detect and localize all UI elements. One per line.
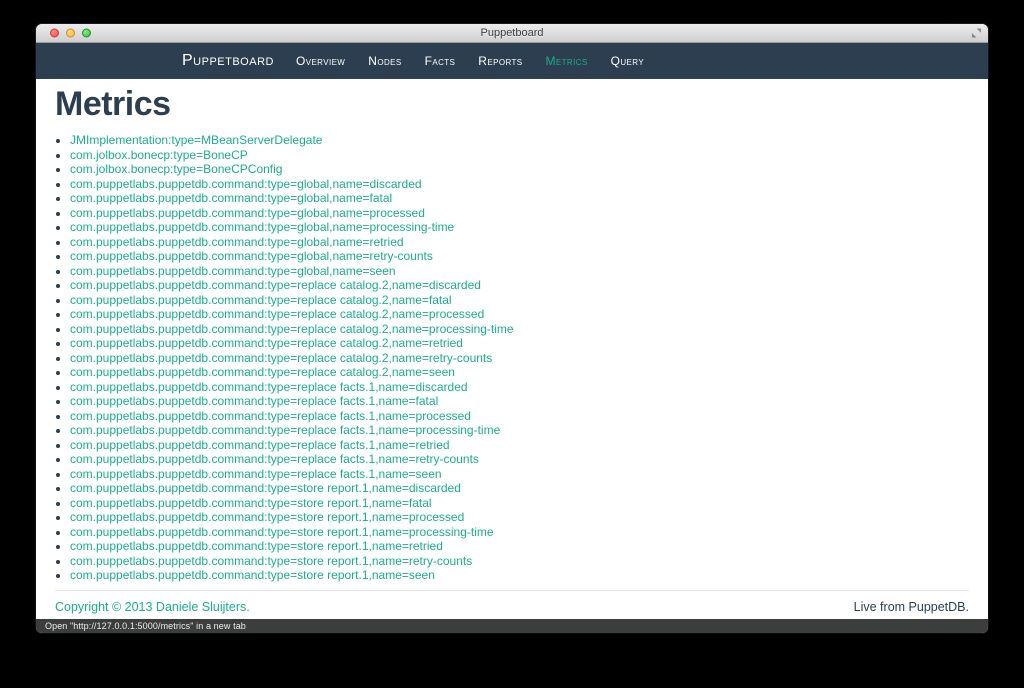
- metric-link[interactable]: com.puppetlabs.puppetdb.command:type=rep…: [70, 409, 471, 423]
- nav-item-query[interactable]: Query: [611, 54, 644, 68]
- copyright-link[interactable]: Copyright © 2013 Daniele Sluijters.: [55, 600, 250, 614]
- metric-link[interactable]: com.puppetlabs.puppetdb.command:type=rep…: [70, 452, 479, 466]
- metric-list-item: com.puppetlabs.puppetdb.command:type=glo…: [70, 249, 969, 264]
- status-text: Open "http://127.0.0.1:5000/metrics" in …: [45, 621, 246, 631]
- window-title: Puppetboard: [480, 27, 544, 39]
- window-titlebar[interactable]: Puppetboard: [36, 24, 988, 43]
- metric-link[interactable]: com.puppetlabs.puppetdb.command:type=sto…: [70, 568, 435, 582]
- nav-item-metrics[interactable]: Metrics: [546, 54, 588, 68]
- metric-list-item: com.puppetlabs.puppetdb.command:type=glo…: [70, 191, 969, 206]
- metric-list-item: JMImplementation:type=MBeanServerDelegat…: [70, 133, 969, 148]
- metric-list-item: com.puppetlabs.puppetdb.command:type=rep…: [70, 467, 969, 482]
- status-bar: Open "http://127.0.0.1:5000/metrics" in …: [36, 619, 988, 633]
- metric-list-item: com.puppetlabs.puppetdb.command:type=rep…: [70, 278, 969, 293]
- metric-link[interactable]: com.puppetlabs.puppetdb.command:type=rep…: [70, 438, 450, 452]
- minimize-button[interactable]: [66, 28, 75, 38]
- metric-link[interactable]: com.puppetlabs.puppetdb.command:type=glo…: [70, 235, 404, 249]
- fullscreen-icon[interactable]: [971, 28, 982, 39]
- metric-link[interactable]: com.puppetlabs.puppetdb.command:type=rep…: [70, 351, 492, 365]
- metric-link[interactable]: com.puppetlabs.puppetdb.command:type=rep…: [70, 278, 481, 292]
- metric-link[interactable]: com.puppetlabs.puppetdb.command:type=sto…: [70, 481, 461, 495]
- live-from-puppetdb-label: Live from PuppetDB.: [853, 599, 969, 614]
- metric-link[interactable]: com.puppetlabs.puppetdb.command:type=glo…: [70, 220, 454, 234]
- metric-list-item: com.puppetlabs.puppetdb.command:type=rep…: [70, 322, 969, 337]
- metric-list-item: com.puppetlabs.puppetdb.command:type=sto…: [70, 510, 969, 525]
- metric-list-item: com.puppetlabs.puppetdb.command:type=sto…: [70, 554, 969, 569]
- metric-link[interactable]: JMImplementation:type=MBeanServerDelegat…: [70, 133, 322, 147]
- navbar: Puppetboard Overview Nodes Facts Reports Met…: [36, 43, 988, 79]
- metric-link[interactable]: com.puppetlabs.puppetdb.command:type=rep…: [70, 293, 452, 307]
- metric-link[interactable]: com.puppetlabs.puppetdb.command:type=rep…: [70, 467, 442, 481]
- footer: Copyright © 2013 Daniele Sluijters. Live…: [55, 589, 969, 619]
- metric-list-item: com.puppetlabs.puppetdb.command:type=glo…: [70, 220, 969, 235]
- nav-items: Overview Nodes Facts Reports Metrics Query: [296, 54, 644, 68]
- metric-link[interactable]: com.puppetlabs.puppetdb.command:type=rep…: [70, 380, 468, 394]
- metric-list-item: com.puppetlabs.puppetdb.command:type=rep…: [70, 423, 969, 438]
- metric-link[interactable]: com.puppetlabs.puppetdb.command:type=glo…: [70, 206, 425, 220]
- metric-list-item: com.puppetlabs.puppetdb.command:type=rep…: [70, 394, 969, 409]
- metric-list-item: com.puppetlabs.puppetdb.command:type=rep…: [70, 438, 969, 453]
- metrics-list: JMImplementation:type=MBeanServerDelegat…: [55, 133, 969, 583]
- metric-list-item: com.puppetlabs.puppetdb.command:type=sto…: [70, 496, 969, 511]
- metric-link[interactable]: com.puppetlabs.puppetdb.command:type=sto…: [70, 554, 472, 568]
- metric-link[interactable]: com.puppetlabs.puppetdb.command:type=glo…: [70, 177, 422, 191]
- metric-list-item: com.puppetlabs.puppetdb.command:type=rep…: [70, 380, 969, 395]
- metric-link[interactable]: com.puppetlabs.puppetdb.command:type=sto…: [70, 525, 494, 539]
- metric-link[interactable]: com.puppetlabs.puppetdb.command:type=rep…: [70, 365, 455, 379]
- metric-list-item: com.jolbox.bonecp:type=BoneCP: [70, 148, 969, 163]
- metric-list-item: com.puppetlabs.puppetdb.command:type=rep…: [70, 336, 969, 351]
- close-button[interactable]: [50, 28, 59, 38]
- metric-list-item: com.puppetlabs.puppetdb.command:type=glo…: [70, 177, 969, 192]
- metric-link[interactable]: com.puppetlabs.puppetdb.command:type=rep…: [70, 394, 438, 408]
- metric-list-item: com.puppetlabs.puppetdb.command:type=glo…: [70, 264, 969, 279]
- nav-item-overview[interactable]: Overview: [296, 54, 345, 68]
- metric-list-item: com.puppetlabs.puppetdb.command:type=rep…: [70, 409, 969, 424]
- metric-list-item: com.puppetlabs.puppetdb.command:type=sto…: [70, 481, 969, 496]
- metric-link[interactable]: com.puppetlabs.puppetdb.command:type=sto…: [70, 510, 464, 524]
- metric-link[interactable]: com.puppetlabs.puppetdb.command:type=rep…: [70, 307, 484, 321]
- metric-list-item: com.puppetlabs.puppetdb.command:type=rep…: [70, 365, 969, 380]
- metric-link[interactable]: com.puppetlabs.puppetdb.command:type=sto…: [70, 496, 432, 510]
- nav-item-reports[interactable]: Reports: [478, 54, 522, 68]
- metric-link[interactable]: com.puppetlabs.puppetdb.command:type=rep…: [70, 322, 514, 336]
- metric-list-item: com.jolbox.bonecp:type=BoneCPConfig: [70, 162, 969, 177]
- metric-list-item: com.puppetlabs.puppetdb.command:type=sto…: [70, 539, 969, 554]
- metric-link[interactable]: com.jolbox.bonecp:type=BoneCP: [70, 148, 248, 162]
- zoom-button[interactable]: [82, 28, 91, 38]
- traffic-lights: [50, 28, 91, 38]
- metric-link[interactable]: com.puppetlabs.puppetdb.command:type=rep…: [70, 336, 463, 350]
- metric-list-item: com.puppetlabs.puppetdb.command:type=glo…: [70, 206, 969, 221]
- page-title: Metrics: [55, 85, 171, 123]
- metric-link[interactable]: com.puppetlabs.puppetdb.command:type=glo…: [70, 249, 433, 263]
- nav-item-facts[interactable]: Facts: [425, 54, 456, 68]
- metric-link[interactable]: com.puppetlabs.puppetdb.command:type=sto…: [70, 539, 443, 553]
- browser-window: Puppetboard Puppetboard Overview Nodes Fac…: [36, 24, 988, 633]
- metric-link[interactable]: com.puppetlabs.puppetdb.command:type=rep…: [70, 423, 500, 437]
- nav-item-nodes[interactable]: Nodes: [368, 54, 401, 68]
- metric-list-item: com.puppetlabs.puppetdb.command:type=rep…: [70, 307, 969, 322]
- metric-list-item: com.puppetlabs.puppetdb.command:type=glo…: [70, 235, 969, 250]
- metric-link[interactable]: com.jolbox.bonecp:type=BoneCPConfig: [70, 162, 282, 176]
- metric-list-item: com.puppetlabs.puppetdb.command:type=rep…: [70, 293, 969, 308]
- page-content: Metrics JMImplementation:type=MBeanServe…: [36, 79, 988, 619]
- metric-list-item: com.puppetlabs.puppetdb.command:type=rep…: [70, 452, 969, 467]
- metric-list-item: com.puppetlabs.puppetdb.command:type=sto…: [70, 525, 969, 540]
- metric-list-item: com.puppetlabs.puppetdb.command:type=sto…: [70, 568, 969, 583]
- metric-link[interactable]: com.puppetlabs.puppetdb.command:type=glo…: [70, 191, 392, 205]
- metric-list-item: com.puppetlabs.puppetdb.command:type=rep…: [70, 351, 969, 366]
- metric-link[interactable]: com.puppetlabs.puppetdb.command:type=glo…: [70, 264, 396, 278]
- brand-link[interactable]: Puppetboard: [182, 52, 274, 70]
